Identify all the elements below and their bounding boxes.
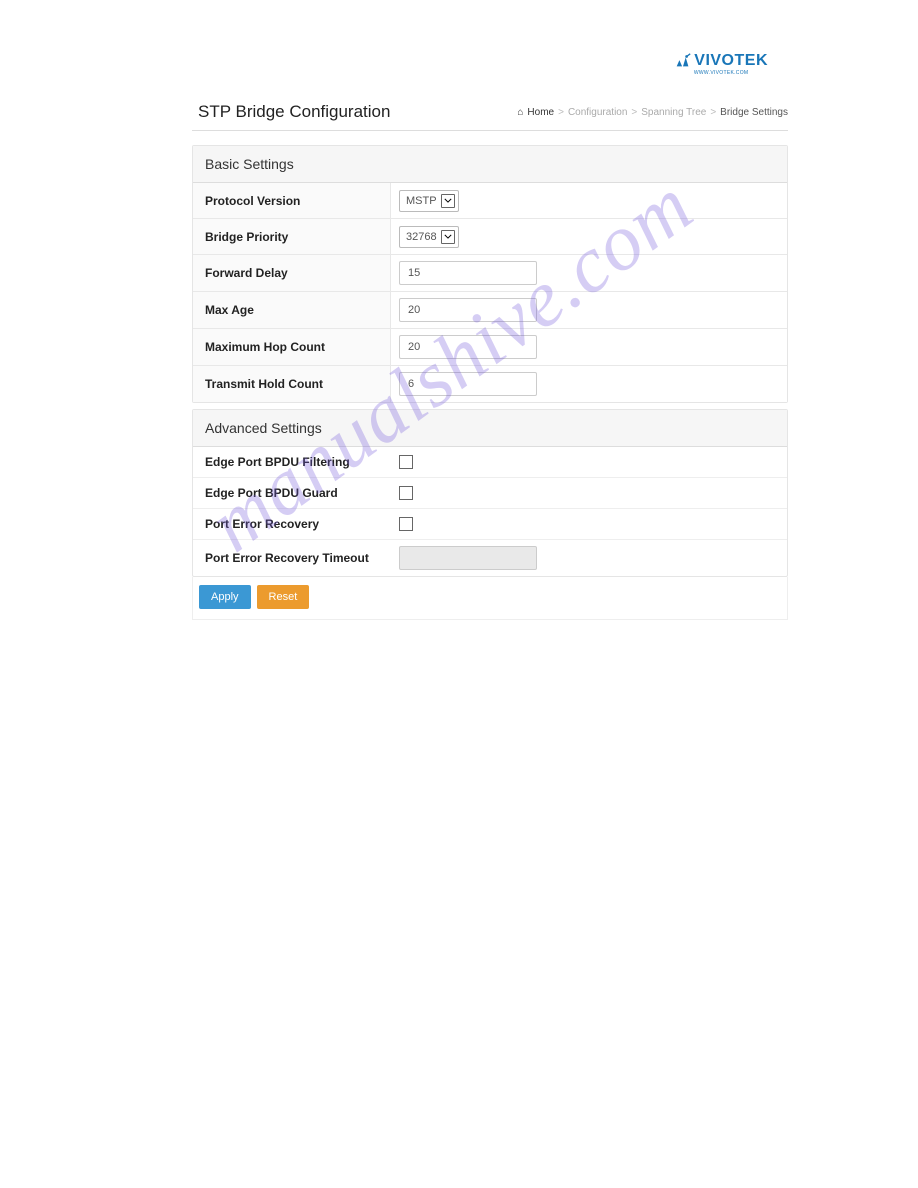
label-max-age: Max Age — [193, 292, 391, 328]
breadcrumb-separator: > — [558, 107, 564, 118]
row-max-hop-count: Maximum Hop Count — [193, 329, 787, 366]
breadcrumb: ⌂ Home > Configuration > Spanning Tree >… — [517, 107, 788, 118]
page-header: STP Bridge Configuration ⌂ Home > Config… — [192, 96, 788, 131]
checkbox-bpdu-guard[interactable] — [399, 486, 413, 500]
breadcrumb-separator: > — [710, 107, 716, 118]
input-transmit-hold-count[interactable] — [399, 372, 537, 396]
breadcrumb-configuration[interactable]: Configuration — [568, 107, 627, 118]
checkbox-port-error-recovery[interactable] — [399, 517, 413, 531]
row-bpdu-guard: Edge Port BPDU Guard — [193, 478, 787, 509]
chevron-down-icon — [441, 230, 455, 244]
checkbox-bpdu-filtering[interactable] — [399, 455, 413, 469]
label-bpdu-guard: Edge Port BPDU Guard — [193, 478, 391, 508]
label-port-error-recovery: Port Error Recovery — [193, 509, 391, 539]
basic-settings-header: Basic Settings — [193, 146, 787, 183]
row-port-error-recovery: Port Error Recovery — [193, 509, 787, 540]
label-max-hop-count: Maximum Hop Count — [193, 329, 391, 365]
home-icon[interactable]: ⌂ — [517, 107, 523, 118]
apply-button[interactable]: Apply — [199, 585, 251, 609]
breadcrumb-home[interactable]: Home — [527, 107, 554, 118]
select-protocol-version-value: MSTP — [406, 195, 437, 207]
select-bridge-priority[interactable]: 32768 — [399, 226, 459, 248]
row-bridge-priority: Bridge Priority 32768 — [193, 219, 787, 255]
breadcrumb-separator: > — [631, 107, 637, 118]
label-port-error-timeout: Port Error Recovery Timeout — [193, 540, 391, 576]
row-bpdu-filtering: Edge Port BPDU Filtering — [193, 447, 787, 478]
label-forward-delay: Forward Delay — [193, 255, 391, 291]
row-max-age: Max Age — [193, 292, 787, 329]
reset-button[interactable]: Reset — [257, 585, 310, 609]
row-port-error-timeout: Port Error Recovery Timeout — [193, 540, 787, 576]
advanced-settings-header: Advanced Settings — [193, 410, 787, 447]
label-bridge-priority: Bridge Priority — [193, 219, 391, 254]
advanced-settings-section: Advanced Settings Edge Port BPDU Filteri… — [192, 409, 788, 577]
action-buttons: Apply Reset — [199, 585, 781, 611]
input-max-age[interactable] — [399, 298, 537, 322]
label-bpdu-filtering: Edge Port BPDU Filtering — [193, 447, 391, 477]
input-max-hop-count[interactable] — [399, 335, 537, 359]
input-forward-delay[interactable] — [399, 261, 537, 285]
logo-brand-text: VIVOTEK — [694, 52, 768, 70]
brand-logo: VIVOTEK WWW.VIVOTEK.COM — [674, 52, 768, 76]
label-protocol-version: Protocol Version — [193, 183, 391, 218]
breadcrumb-bridge-settings: Bridge Settings — [720, 107, 788, 118]
label-transmit-hold-count: Transmit Hold Count — [193, 366, 391, 402]
input-port-error-timeout — [399, 546, 537, 570]
row-protocol-version: Protocol Version MSTP — [193, 183, 787, 219]
chevron-down-icon — [441, 194, 455, 208]
select-protocol-version[interactable]: MSTP — [399, 190, 459, 212]
row-forward-delay: Forward Delay — [193, 255, 787, 292]
breadcrumb-spanning-tree[interactable]: Spanning Tree — [641, 107, 706, 118]
row-transmit-hold-count: Transmit Hold Count — [193, 366, 787, 402]
page-title: STP Bridge Configuration — [198, 102, 390, 122]
select-bridge-priority-value: 32768 — [406, 231, 437, 243]
logo-tagline: WWW.VIVOTEK.COM — [694, 70, 749, 76]
logo-icon — [674, 52, 692, 70]
basic-settings-section: Basic Settings Protocol Version MSTP Bri… — [192, 145, 788, 403]
